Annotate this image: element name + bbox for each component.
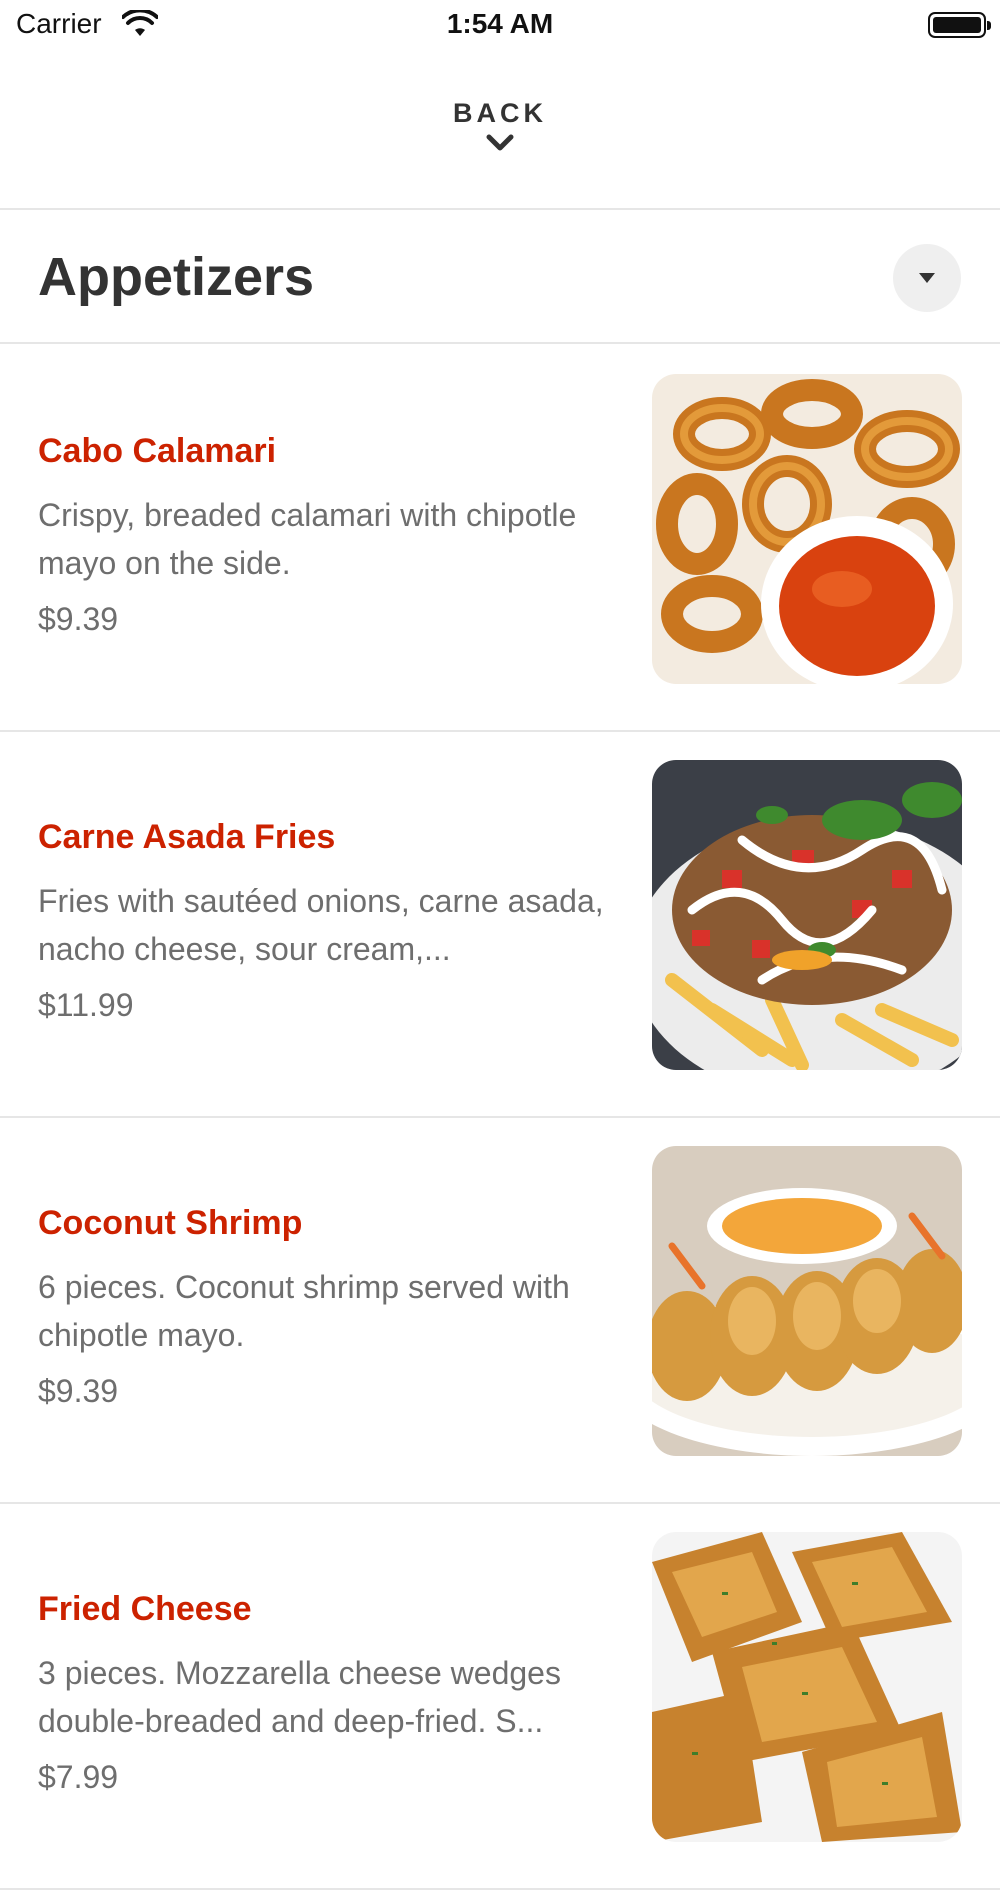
- menu-item-description: Fries with sautéed onions, carne asada, …: [38, 883, 604, 967]
- back-button[interactable]: BACK: [400, 98, 600, 178]
- menu-item[interactable]: Fried Cheese 3 pieces. Mozzarella cheese…: [0, 1504, 1000, 1890]
- menu-item-text: Carne Asada Fries Fries with sautéed oni…: [38, 818, 618, 1024]
- menu-item-name: Cabo Calamari: [38, 432, 277, 470]
- menu-item-description: 6 pieces. Coconut shrimp served with chi…: [38, 1269, 570, 1353]
- menu-item-list: Cabo Calamari Crispy, breaded calamari w…: [0, 346, 1000, 1890]
- menu-item[interactable]: Carne Asada Fries Fries with sautéed oni…: [0, 732, 1000, 1118]
- clock: 1:54 AM: [446, 8, 554, 39]
- menu-item-name: Coconut Shrimp: [38, 1204, 303, 1242]
- menu-item[interactable]: Cabo Calamari Crispy, breaded calamari w…: [0, 346, 1000, 732]
- back-header: BACK: [0, 52, 1000, 210]
- menu-item-text: Cabo Calamari Crispy, breaded calamari w…: [38, 432, 618, 638]
- menu-item-name: Fried Cheese: [38, 1590, 252, 1628]
- menu-item-text: Coconut Shrimp 6 pieces. Coconut shrimp …: [38, 1204, 618, 1410]
- chevron-down-icon: [486, 134, 514, 151]
- section-header: Appetizers: [0, 210, 1000, 344]
- menu-item-price: $9.39: [38, 1373, 119, 1409]
- fried-cheese-photo: [652, 1532, 962, 1842]
- menu-item-description: 3 pieces. Mozzarella cheese wedges doubl…: [38, 1655, 561, 1739]
- caret-down-icon: [919, 273, 935, 283]
- coconut-shrimp-photo: [652, 1146, 962, 1456]
- menu-item-description: Crispy, breaded calamari with chipotle m…: [38, 497, 577, 581]
- menu-item-price: $11.99: [38, 987, 134, 1023]
- section-collapse-button[interactable]: [893, 244, 961, 312]
- status-bar: Carrier 1:54 AM: [0, 0, 1000, 52]
- menu-item-text: Fried Cheese 3 pieces. Mozzarella cheese…: [38, 1590, 618, 1796]
- section-title: Appetizers: [38, 247, 315, 307]
- battery-icon: [928, 12, 991, 38]
- carne-asada-fries-photo: [652, 760, 962, 1070]
- menu-item[interactable]: Coconut Shrimp 6 pieces. Coconut shrimp …: [0, 1118, 1000, 1504]
- back-label: BACK: [453, 98, 547, 128]
- calamari-photo: [652, 374, 962, 684]
- menu-item-name: Carne Asada Fries: [38, 818, 336, 856]
- menu-item-price: $9.39: [38, 601, 119, 637]
